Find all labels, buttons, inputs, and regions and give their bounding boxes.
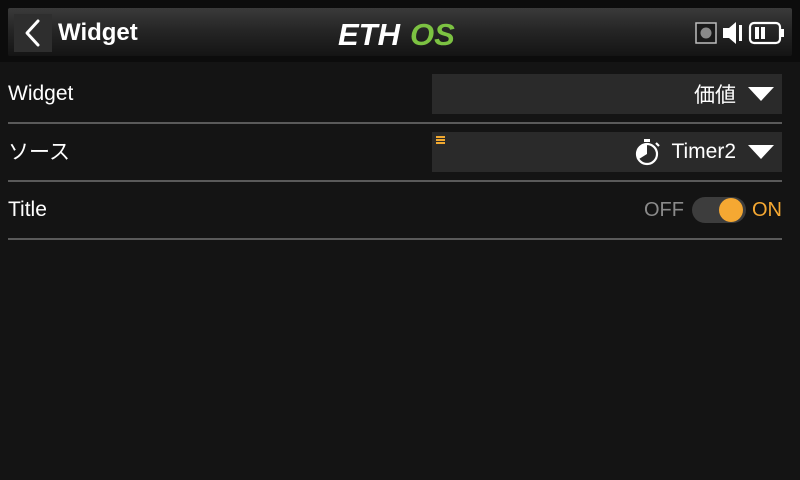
widget-type-dropdown[interactable]: 価値 — [432, 74, 782, 114]
ethos-logo: ETH OS — [336, 16, 466, 52]
chevron-down-icon — [748, 145, 774, 159]
screen-record-icon[interactable] — [694, 21, 718, 45]
divider — [8, 238, 782, 240]
page-title: Widget — [58, 19, 138, 46]
source-dropdown[interactable]: Timer2 — [432, 132, 782, 172]
volume-icon[interactable] — [722, 20, 744, 46]
title-toggle[interactable] — [692, 197, 746, 223]
title-label: Title — [8, 198, 47, 221]
status-icons — [694, 18, 786, 48]
title-row: Title OFF ON — [8, 181, 782, 239]
toggle-knob — [719, 198, 743, 222]
header: Widget ETH OS — [0, 0, 800, 62]
logo-text-eth: ETH — [338, 17, 401, 52]
widget-settings-screen: Widget ETH OS Widget 価値 ソース Timer2 Title… — [0, 0, 800, 480]
options-flag-icon — [436, 136, 445, 145]
chevron-down-icon — [748, 87, 774, 101]
toggle-off-label: OFF — [644, 198, 684, 221]
battery-icon — [748, 21, 784, 45]
source-value: Timer2 — [671, 140, 736, 163]
widget-type-value: 価値 — [694, 84, 736, 107]
toggle-on-label: ON — [752, 198, 782, 221]
source-label: ソース — [8, 141, 70, 164]
logo-text-os: OS — [410, 17, 455, 52]
title-toggle-group: OFF ON — [644, 181, 782, 239]
widget-type-label: Widget — [8, 82, 74, 105]
chevron-left-icon — [25, 19, 40, 47]
back-button[interactable] — [14, 14, 52, 52]
stopwatch-icon — [636, 139, 661, 166]
